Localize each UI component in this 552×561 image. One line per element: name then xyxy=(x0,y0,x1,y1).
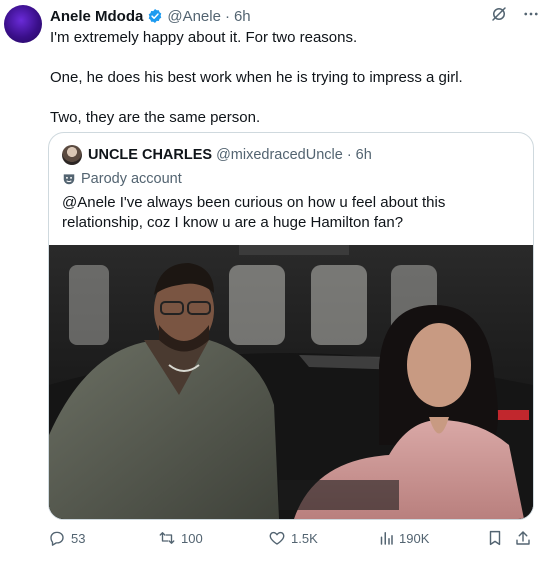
quoted-author-handle: @mixedracedUncle xyxy=(216,147,343,163)
views-chart-icon xyxy=(380,532,393,545)
repost-button[interactable]: 100 xyxy=(158,526,203,550)
heart-icon xyxy=(269,531,285,545)
like-count: 1.5K xyxy=(291,530,318,546)
author-handle[interactable]: @Anele xyxy=(167,8,221,25)
share-icon xyxy=(516,531,530,545)
more-options-icon[interactable] xyxy=(522,5,540,23)
bookmark-icon xyxy=(489,530,501,546)
tweet-line: I'm extremely happy about it. For two re… xyxy=(50,29,358,46)
bookmark-button[interactable] xyxy=(486,526,504,550)
parody-label: Parody account xyxy=(62,171,182,187)
action-bar: 53 100 1.5K 190K xyxy=(0,526,552,552)
quoted-tweet[interactable]: UNCLE CHARLES @mixedracedUncle · 6h Paro… xyxy=(48,132,534,520)
repost-count: 100 xyxy=(181,530,203,546)
separator-dot: · xyxy=(346,147,352,163)
tweet-card[interactable]: Anele Mdoda @Anele · 6h I'm extremely ha… xyxy=(0,0,552,561)
reply-button[interactable]: 53 xyxy=(48,526,85,550)
verified-badge-icon xyxy=(147,8,163,24)
quoted-avatar xyxy=(62,145,82,165)
avatar[interactable] xyxy=(4,5,42,43)
reply-count: 53 xyxy=(71,530,86,546)
views-button[interactable]: 190K xyxy=(378,526,429,550)
quoted-author-name: UNCLE CHARLES xyxy=(88,147,213,163)
quoted-tweet-photo[interactable] xyxy=(49,245,533,519)
timestamp[interactable]: 6h xyxy=(234,8,251,25)
reply-icon xyxy=(50,531,64,546)
tweet-line: Two, they are the same person. xyxy=(50,109,261,126)
grok-icon[interactable] xyxy=(490,5,508,23)
view-count: 190K xyxy=(399,530,430,546)
separator-dot: · xyxy=(224,7,230,25)
tweet-line: One, he does his best work when he is tr… xyxy=(50,69,463,86)
parody-label-text: Parody account xyxy=(81,171,182,187)
header-actions xyxy=(490,5,540,23)
quoted-tweet-header: UNCLE CHARLES @mixedracedUncle · 6h xyxy=(62,145,372,165)
author-name[interactable]: Anele Mdoda xyxy=(50,8,143,25)
like-button[interactable]: 1.5K xyxy=(268,526,318,550)
share-button[interactable] xyxy=(514,526,532,550)
quoted-tweet-text: @Anele I've always been curious on how u… xyxy=(62,194,446,231)
tweet-text: I'm extremely happy about it. For two re… xyxy=(50,28,540,128)
tweet-header: Anele Mdoda @Anele · 6h xyxy=(50,6,251,26)
quoted-timestamp: 6h xyxy=(355,147,372,163)
repost-icon xyxy=(159,532,175,544)
parody-mask-icon xyxy=(63,174,75,185)
